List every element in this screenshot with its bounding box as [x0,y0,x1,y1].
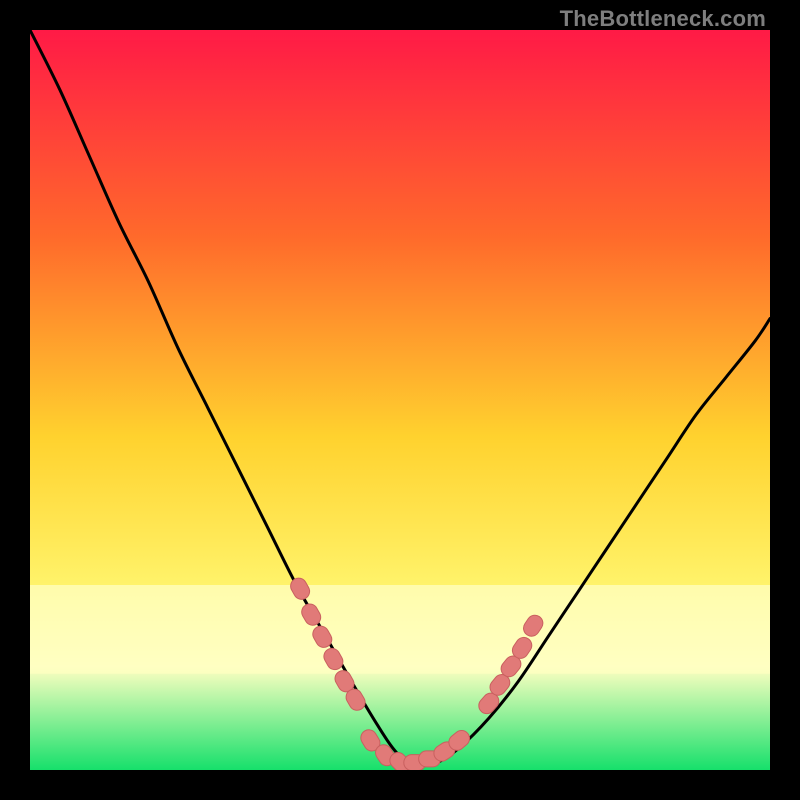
watermark-text: TheBottleneck.com [560,6,766,32]
chart-frame [30,30,770,770]
chart-svg [30,30,770,770]
pale-yellow-band [30,585,770,674]
